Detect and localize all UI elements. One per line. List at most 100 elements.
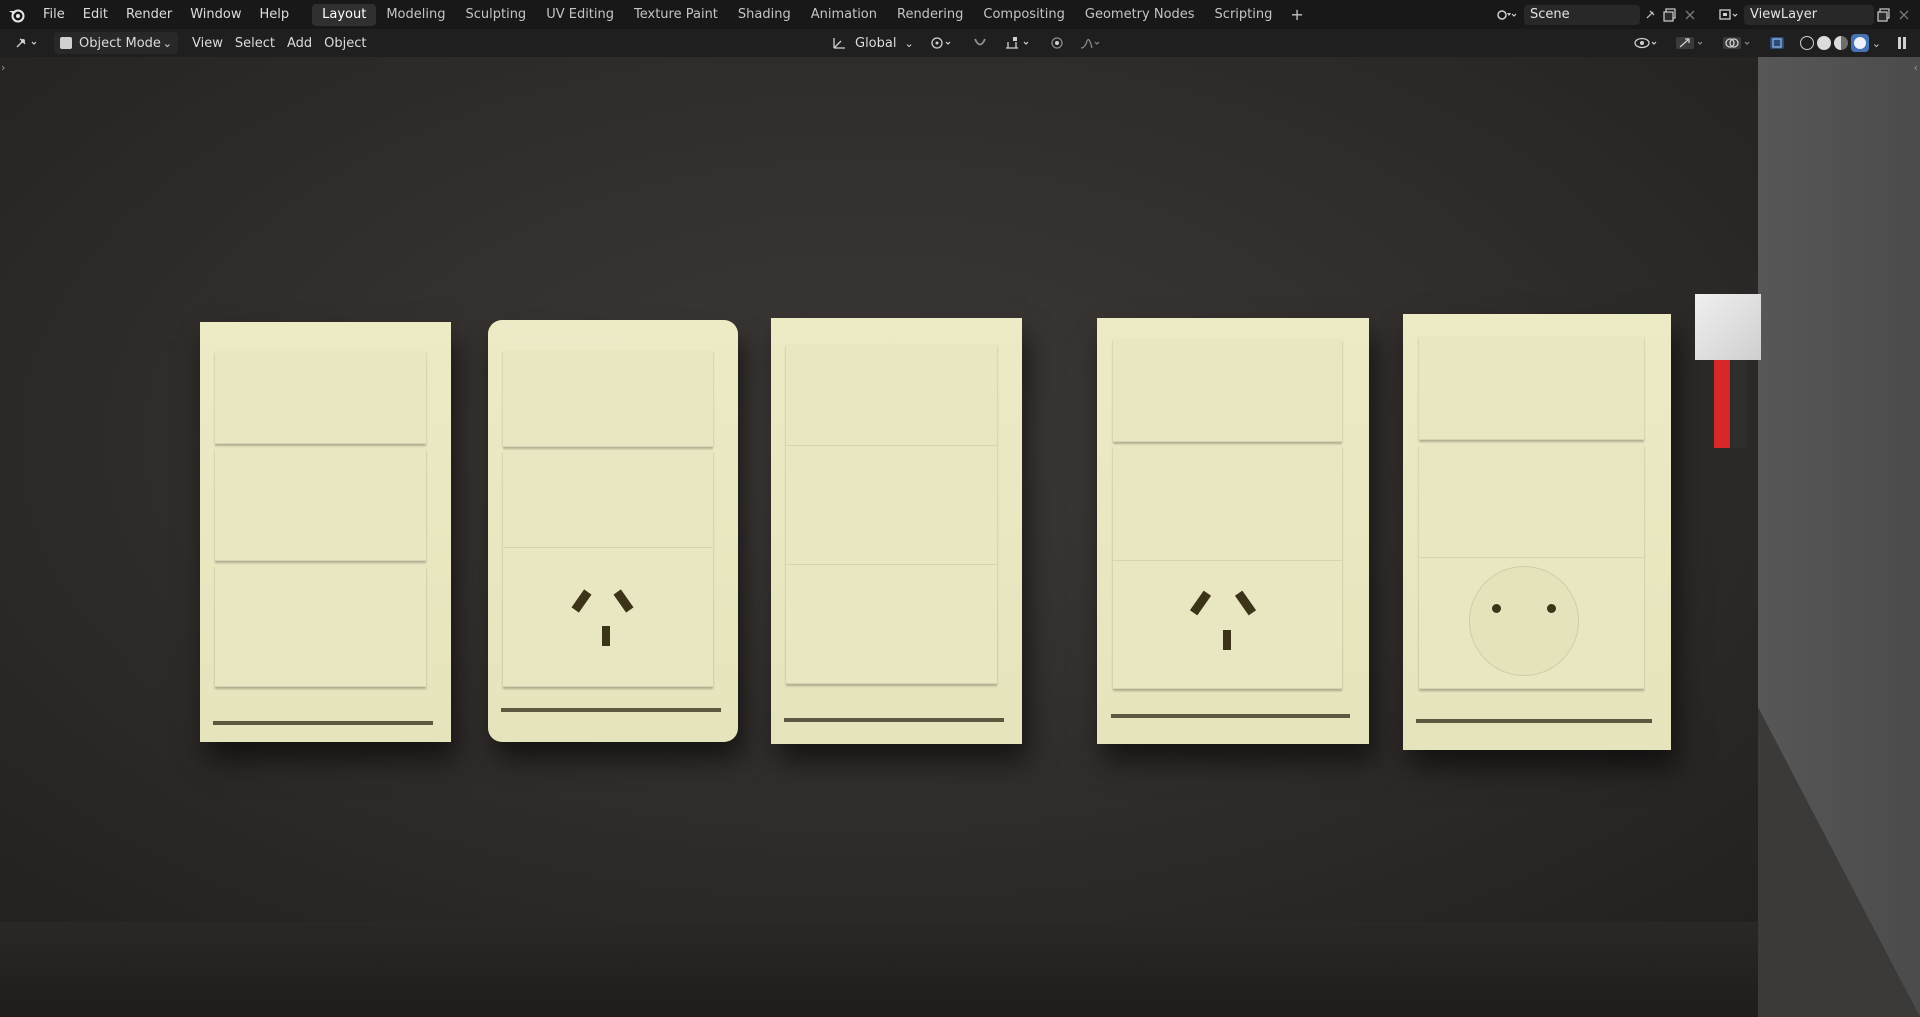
orientation-label: Global: [855, 35, 897, 51]
switch-module: [1113, 445, 1342, 561]
switch-module: [215, 351, 426, 444]
switch-module: [786, 565, 997, 685]
tab-sculpting[interactable]: Sculpting: [455, 4, 536, 26]
chevron-down-icon: ⌄: [162, 36, 172, 50]
snap-toggle-icon[interactable]: [966, 32, 994, 54]
plate-slit: [1110, 714, 1350, 719]
outlet-module: [503, 547, 713, 688]
switch-module: [503, 450, 713, 548]
outlet-slot: [1235, 591, 1257, 616]
gizmo-toggle-icon[interactable]: [1669, 32, 1713, 54]
red-cable: [1714, 360, 1730, 448]
menu-edit[interactable]: Edit: [74, 0, 117, 29]
scene-selector-icon[interactable]: [1490, 5, 1524, 25]
3d-viewport[interactable]: › ‹: [0, 57, 1920, 1017]
overlays-toggle-icon[interactable]: [1716, 32, 1760, 54]
outlet-plate-4[interactable]: [1097, 318, 1369, 744]
editor-type-icon[interactable]: [8, 32, 48, 54]
switch-plate-3[interactable]: [771, 318, 1022, 744]
sidebar-expand-icon[interactable]: ‹: [1914, 61, 1918, 74]
outlet-module: [1113, 560, 1342, 689]
round-socket: [1468, 566, 1579, 676]
pin-icon[interactable]: [1640, 5, 1660, 25]
socket-pin: [1491, 604, 1501, 613]
black-cable: [1731, 360, 1747, 448]
shading-mode-group: ⌄: [1794, 32, 1887, 54]
outlet-plate-5[interactable]: [1403, 314, 1671, 750]
menu-help[interactable]: Help: [251, 0, 299, 29]
outlet-ground-slot: [601, 625, 610, 646]
solid-shading-icon[interactable]: [1816, 36, 1831, 50]
object-mode-icon: [60, 37, 72, 49]
menu-object[interactable]: Object: [318, 32, 372, 54]
material-preview-icon[interactable]: [1833, 36, 1848, 50]
tab-compositing[interactable]: Compositing: [973, 4, 1075, 26]
plate-slit: [212, 721, 434, 725]
add-workspace-button[interactable]: +: [1282, 5, 1311, 24]
tab-rendering[interactable]: Rendering: [887, 4, 973, 26]
tab-texture-paint[interactable]: Texture Paint: [624, 4, 728, 26]
toolbar-expand-icon[interactable]: ›: [1, 61, 5, 74]
viewport-header: Object Mode ⌄ View Select Add Object Glo…: [0, 29, 1920, 57]
tab-scripting[interactable]: Scripting: [1205, 4, 1283, 26]
view-layer-name: ViewLayer: [1750, 7, 1818, 22]
outlet-slot: [613, 589, 633, 613]
proportional-editing-icon[interactable]: [1044, 32, 1070, 54]
chevron-down-icon[interactable]: ⌄: [1872, 37, 1881, 50]
visibility-icon[interactable]: [1628, 32, 1666, 54]
transform-tools: Global ⌄: [825, 29, 1110, 57]
round-socket-module: [1419, 558, 1645, 689]
tab-layout[interactable]: Layout: [312, 3, 377, 26]
outlet-slot: [571, 589, 591, 613]
rendered-shading-icon[interactable]: [1850, 34, 1869, 52]
plate-slit: [1416, 719, 1653, 724]
view-layer-field[interactable]: ViewLayer: [1744, 4, 1874, 25]
tab-shading[interactable]: Shading: [728, 4, 801, 26]
switch-module: [786, 343, 997, 446]
plate-slit: [783, 718, 1005, 723]
terminal-block[interactable]: [1695, 294, 1761, 360]
outlet-slot: [1189, 591, 1211, 616]
switch-module: [1419, 444, 1645, 559]
menu-add[interactable]: Add: [281, 32, 318, 54]
switch-module: [786, 445, 997, 566]
pause-render-icon[interactable]: [1890, 32, 1914, 54]
tab-uv-editing[interactable]: UV Editing: [536, 4, 624, 26]
delete-scene-icon[interactable]: [1680, 5, 1700, 25]
floor-surface: [0, 922, 1760, 1017]
scene-controls: Scene ViewLayer: [1490, 0, 1920, 29]
scene-name: Scene: [1530, 7, 1570, 22]
switch-module: [215, 565, 426, 688]
tab-geometry-nodes[interactable]: Geometry Nodes: [1075, 4, 1205, 26]
wireframe-shading-icon[interactable]: [1799, 36, 1814, 50]
top-bar: File Edit Render Window Help Layout Mode…: [0, 0, 1920, 29]
tab-animation[interactable]: Animation: [801, 4, 887, 26]
menu-file[interactable]: File: [34, 0, 74, 29]
switch-module: [1113, 339, 1342, 442]
view-layer-selector-icon[interactable]: [1714, 5, 1744, 25]
snap-target-icon[interactable]: [998, 32, 1040, 54]
menu-window[interactable]: Window: [181, 0, 250, 29]
outlet-ground-slot: [1222, 629, 1231, 650]
new-scene-icon[interactable]: [1660, 5, 1680, 25]
falloff-icon[interactable]: [1074, 32, 1110, 54]
menu-view[interactable]: View: [186, 32, 229, 54]
tab-modeling[interactable]: Modeling: [376, 4, 455, 26]
switch-module: [1419, 335, 1645, 441]
scene-name-field[interactable]: Scene: [1524, 4, 1640, 25]
socket-pin: [1546, 604, 1556, 613]
switch-module: [215, 448, 426, 562]
mode-selector[interactable]: Object Mode ⌄: [54, 32, 178, 54]
delete-view-layer-icon[interactable]: [1894, 5, 1914, 25]
transform-orientation-dropdown[interactable]: Global ⌄: [825, 32, 920, 54]
menu-select[interactable]: Select: [229, 32, 281, 54]
mode-label: Object Mode: [79, 35, 161, 51]
chevron-down-icon: ⌄: [904, 36, 914, 50]
new-view-layer-icon[interactable]: [1874, 5, 1894, 25]
pivot-point-icon[interactable]: [924, 32, 962, 54]
xray-toggle-icon[interactable]: [1763, 32, 1791, 54]
menu-render[interactable]: Render: [117, 0, 181, 29]
outlet-plate-2[interactable]: [488, 320, 738, 742]
switch-plate-1[interactable]: [200, 322, 451, 742]
blender-logo-icon[interactable]: [0, 0, 34, 29]
